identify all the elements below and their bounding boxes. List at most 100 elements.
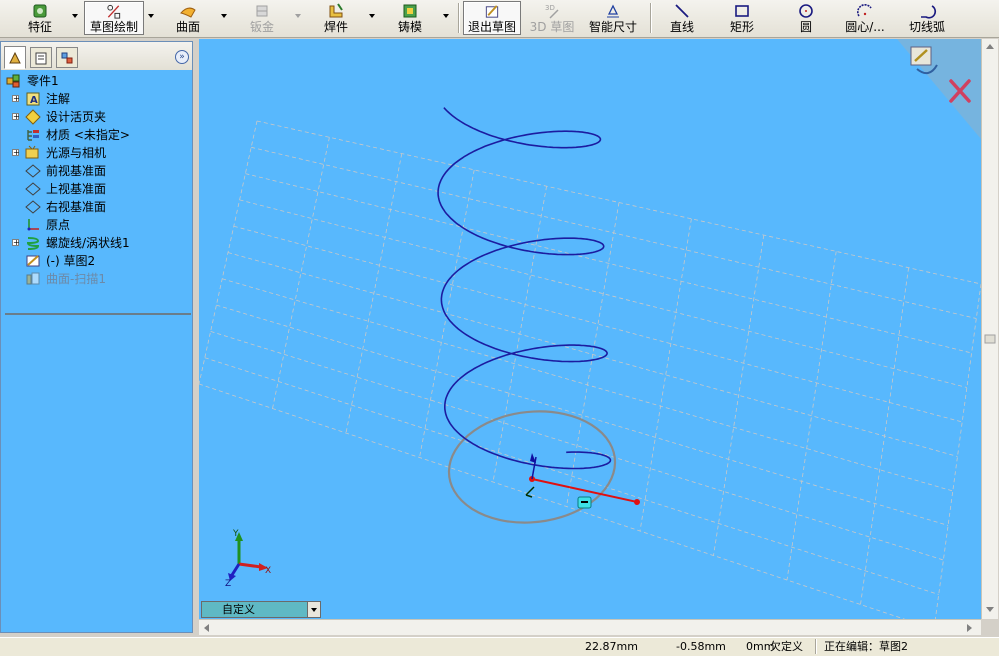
center-arc-button[interactable]: 圆心/... [838,1,892,35]
status-separator [815,639,817,654]
plane-icon [25,182,41,196]
origin-icon [27,219,39,231]
grid-line [934,283,981,619]
tree-root-part[interactable]: 零件1 [1,72,192,90]
tree-item[interactable]: + 光源与相机 [1,144,192,162]
panel-expand-button[interactable]: » [175,50,189,64]
material-icon [27,130,39,141]
molds-button[interactable]: 铸模 [392,1,428,35]
helix-icon [26,237,40,250]
weldments-dropdown-arrow[interactable] [369,14,376,20]
expand-plus-icon[interactable]: + [12,95,20,103]
tree-item[interactable]: 原点 [1,216,192,234]
sketch-dropdown-arrow[interactable] [148,14,155,20]
features-dropdown-arrow[interactable] [72,14,79,20]
circle-icon [799,4,813,18]
graphics-area[interactable]: Y X Z [199,39,981,619]
plane-icon [25,200,41,214]
sketch-3d-icon: 3D [545,4,559,19]
tree-item[interactable]: 右视基准面 [1,198,192,216]
tree-item-label: 材质 <未指定> [46,128,130,142]
tree-item[interactable]: 材质 <未指定> [1,126,192,144]
view-orientation-select[interactable]: 自定义 [201,601,321,618]
tree-item[interactable]: + A 注解 [1,90,192,108]
rectangle-label: 矩形 [729,20,754,34]
rectangle-icon [735,5,749,17]
rollback-bar[interactable] [5,313,191,315]
surfaces-label: 曲面 [175,20,200,34]
sketch-button[interactable]: 草图绘制 [84,1,144,35]
status-definition: 欠定义 [770,640,803,653]
tree-item-label: 原点 [46,218,71,232]
scroll-up-icon [986,44,994,49]
tangent-arc-label: 切线弧 [908,20,945,34]
sketch-icon [26,255,40,267]
rectangle-button[interactable]: 矩形 [724,1,760,35]
dimension-endpoint[interactable] [634,499,640,505]
molds-dropdown-arrow[interactable] [443,14,450,20]
exit-sketch-button[interactable]: 退出草图 [463,1,521,35]
annotation-icon: A [26,92,40,106]
property-manager-icon [35,52,47,64]
tree-root-label: 零件1 [27,74,59,88]
triad-x-label: X [265,566,271,576]
tree-item-label: (-) 草图2 [46,254,96,268]
tree-item-label: 曲面-扫描1 [46,272,106,286]
line-button[interactable]: 直线 [664,1,700,35]
tab-configuration-manager[interactable] [56,47,78,68]
features-icon [33,4,47,18]
tree-item-label: 注解 [46,92,71,106]
grid-line [272,137,330,409]
weldments-button[interactable]: 焊件 [318,1,354,35]
expand-plus-icon[interactable]: + [12,239,20,247]
tree-item[interactable]: 上视基准面 [1,180,192,198]
sheet-metal-button[interactable]: 钣金 [244,1,280,35]
plane-icon [25,164,41,178]
tangent-arc-button[interactable]: 切线弧 [904,1,950,35]
tree-item[interactable]: + 设计活页夹 [1,108,192,126]
expand-plus-icon[interactable]: + [12,113,20,121]
model-view[interactable]: Y X Z [199,39,981,619]
status-y-coordinate: -0.58mm [676,640,726,653]
grid-line [860,267,909,605]
svg-text:3D: 3D [545,4,555,12]
tree-item[interactable]: (-) 草图2 [1,252,192,270]
configuration-manager-icon [61,52,73,63]
surface-sweep-icon [26,272,40,285]
sketch-3d-button[interactable]: 3D 3D 草图 [528,1,576,35]
scroll-right-icon [967,624,972,632]
surfaces-dropdown-arrow[interactable] [221,14,228,20]
design-binder-icon [25,109,41,125]
circle-button[interactable]: 圆 [788,1,824,35]
feature-manager-panel: » 零件1 + A 注解 + 设计活页夹材质 <未指定> + 光源与相机 前视基准面 上视基准面… [0,41,193,633]
tree-item-label: 螺旋线/涡状线1 [46,236,130,250]
tree-item-label: 设计活页夹 [46,110,107,124]
sheet-metal-dropdown-arrow[interactable] [295,14,302,20]
triad-z-label: Z [225,579,231,589]
scroll-down-icon [986,607,994,612]
smart-dimension-button[interactable]: 智能尺寸 [584,1,642,35]
tree-item[interactable]: 前视基准面 [1,162,192,180]
scrollbar-arrows [984,44,996,612]
view-triad: Y X Z [225,529,271,589]
tab-property-manager[interactable] [30,47,52,68]
horizontal-scrollbar[interactable] [199,619,981,635]
features-label: 特征 [27,20,52,34]
surfaces-button[interactable]: 曲面 [170,1,206,35]
lights-camera-icon [25,145,39,159]
tangent-arc-icon [921,5,937,19]
tab-feature-manager[interactable] [4,46,26,69]
confirmation-corner [897,39,981,139]
features-button[interactable]: 特征 [20,1,60,35]
tree-item[interactable]: 曲面-扫描1 [1,270,192,288]
molds-label: 铸模 [397,20,422,34]
chevron-down-icon[interactable] [307,602,320,617]
feature-manager-icon [9,51,21,63]
molds-icon [403,4,417,18]
vertical-scrollbar[interactable] [981,39,998,619]
sketch-3d-label: 3D 草图 [529,20,575,34]
surfaces-icon [180,7,196,18]
tree-item[interactable]: + 螺旋线/涡状线1 [1,234,192,252]
expand-plus-icon[interactable]: + [12,149,20,157]
triad-y-label: Y [232,529,239,539]
